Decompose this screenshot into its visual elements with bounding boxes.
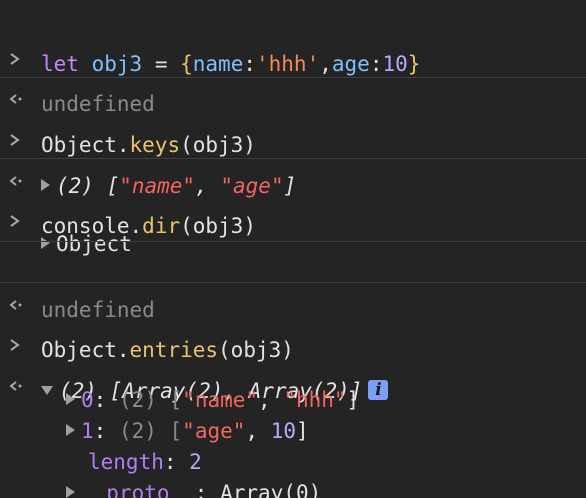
array-entry-row[interactable]: 1: (2) ["age", 10] (0, 395, 586, 443)
console-input-row[interactable]: let obj3 = {name:'hhh',age:10} (0, 4, 586, 76)
console-log-row[interactable]: Object (0, 208, 586, 256)
expand-triangle-icon[interactable] (41, 237, 50, 249)
console-input-row[interactable]: console.dir(obj3) (0, 166, 586, 238)
console-result-row[interactable]: (2) [Array(2), Array(2)] i (0, 331, 586, 403)
divider (0, 282, 586, 283)
console-result-row[interactable]: (2) ["name", "age"] (0, 126, 586, 198)
console-result-row: undefined (0, 44, 586, 116)
proto-row[interactable]: __proto__: Array(0) (0, 457, 586, 498)
proto-entry[interactable]: __proto__: Array(0) (66, 481, 321, 498)
devtools-console: let obj3 = {name:'hhh',age:10} undefined… (0, 0, 586, 498)
divider (0, 241, 586, 242)
divider (0, 158, 586, 159)
console-input-row[interactable]: Object.entries(obj3) (0, 290, 586, 362)
console-result-row: undefined (0, 250, 586, 322)
console-input-row[interactable]: Object.keys(obj3) (0, 85, 586, 157)
array-entry-row[interactable]: 0: (2) ["name", "hhh"] (0, 364, 586, 412)
expand-triangle-icon[interactable] (66, 486, 75, 498)
divider (0, 77, 586, 78)
array-length-row: length: 2 (0, 426, 586, 474)
